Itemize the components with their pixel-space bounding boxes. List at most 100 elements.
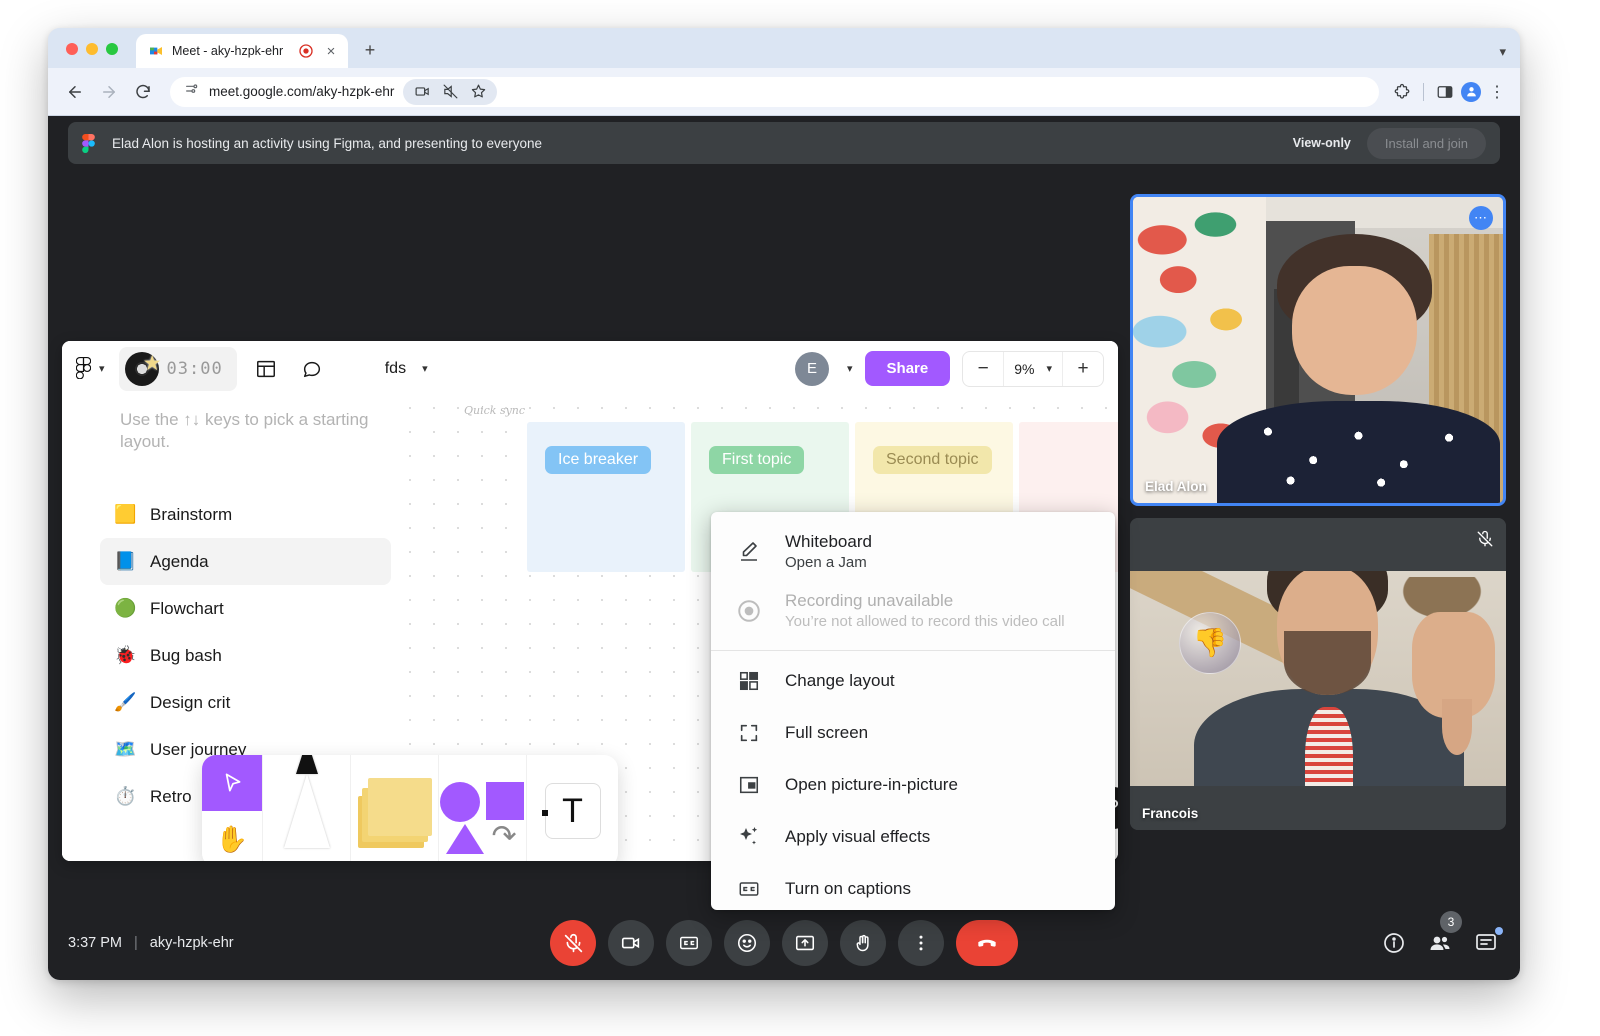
- present-now-button[interactable]: [782, 920, 828, 966]
- menu-item-change-layout[interactable]: Change layout: [711, 655, 1115, 707]
- pointer-tool-icon[interactable]: [202, 755, 262, 811]
- chat-button[interactable]: [1474, 927, 1503, 955]
- thumbs-down-reaction-icon: 👎: [1178, 611, 1241, 674]
- participants-button[interactable]: 3: [1428, 911, 1462, 955]
- layout-item-flowchart[interactable]: 🟢 Flowchart: [100, 585, 391, 632]
- install-and-join-button[interactable]: Install and join: [1366, 127, 1486, 159]
- site-settings-icon[interactable]: [184, 81, 200, 102]
- layout-item-bug-bash[interactable]: 🐞 Bug bash: [100, 632, 391, 679]
- address-bar[interactable]: meet.google.com/aky-hzpk-ehr: [170, 76, 1379, 107]
- banner-left: Elad Alon is hosting an activity using F…: [82, 134, 543, 153]
- menu-item-body: Recording unavailable You’re not allowed…: [785, 591, 1065, 630]
- meet-info-left: 3:37 PM | aky-hzpk-ehr: [68, 935, 234, 951]
- menu-item-title: Turn on captions: [785, 879, 911, 898]
- leave-call-button[interactable]: [956, 920, 1018, 966]
- figma-file-chevron-icon[interactable]: ▾: [422, 362, 428, 375]
- frame-ice-breaker[interactable]: Ice breaker: [527, 422, 685, 572]
- screen-share-icon[interactable]: [411, 81, 433, 103]
- meet-more-options-menu: Whiteboard Open a Jam Recording unavaila…: [711, 512, 1115, 910]
- view-only-label: View-only: [1292, 136, 1351, 150]
- figma-timer[interactable]: ★ 03:00: [118, 346, 237, 391]
- minimize-window-button[interactable]: [86, 43, 98, 55]
- tab-recording-icon[interactable]: [298, 43, 314, 59]
- layout-item-brainstorm[interactable]: 🟨 Brainstorm: [100, 491, 391, 538]
- menu-item-picture-in-picture[interactable]: Open picture-in-picture: [711, 759, 1115, 811]
- brainstorm-icon: 🟨: [114, 504, 137, 524]
- menu-item-full-screen[interactable]: Full screen: [711, 707, 1115, 759]
- camera-button[interactable]: [608, 920, 654, 966]
- figma-filename-label: fds: [384, 359, 407, 377]
- meet-controls: [550, 920, 1018, 966]
- browser-tab[interactable]: Meet - aky-hzpk-ehr ×: [136, 34, 348, 68]
- back-button[interactable]: [60, 77, 90, 107]
- menu-item-body: Full screen: [785, 723, 868, 743]
- maximize-window-button[interactable]: [106, 43, 118, 55]
- layout-item-agenda[interactable]: 📘 Agenda: [100, 538, 391, 585]
- tabstrip-right-area: ▾: [1499, 44, 1520, 68]
- sticky-note-tool-icon[interactable]: [350, 755, 438, 861]
- figma-timer-value: 03:00: [166, 358, 223, 379]
- toolbar-divider: [1423, 82, 1424, 101]
- forward-button[interactable]: [94, 77, 124, 107]
- tab-search-chevron-icon[interactable]: ▾: [1499, 44, 1506, 60]
- menu-item-body: Change layout: [785, 671, 895, 691]
- figma-logo[interactable]: [75, 356, 93, 381]
- emoji-reactions-button[interactable]: [724, 920, 770, 966]
- figma-menu-chevron-icon[interactable]: ▾: [99, 362, 105, 375]
- menu-item-whiteboard[interactable]: Whiteboard Open a Jam: [711, 522, 1115, 581]
- banner-text: Elad Alon is hosting an activity using F…: [112, 135, 543, 151]
- omnibox-actions: [403, 78, 498, 105]
- layout-item-label: Design crit: [150, 692, 231, 712]
- tile-thumb: [1442, 698, 1473, 756]
- figma-avatar-chevron-icon[interactable]: ▾: [847, 362, 853, 375]
- banner-right: View-only Install and join: [1292, 127, 1486, 159]
- profile-avatar-icon[interactable]: [1460, 81, 1482, 103]
- figma-filename[interactable]: fds ▾: [385, 360, 428, 378]
- side-panel-icon[interactable]: [1434, 81, 1456, 103]
- tile-options-icon[interactable]: ⋯: [1469, 206, 1493, 230]
- close-window-button[interactable]: [66, 43, 78, 55]
- mute-tab-icon[interactable]: [439, 81, 461, 103]
- shapes-tool-icon[interactable]: ↷: [438, 755, 526, 861]
- zoom-out-button[interactable]: −: [963, 352, 1003, 386]
- menu-item-recording-unavailable: Recording unavailable You’re not allowed…: [711, 581, 1115, 640]
- hand-tool-icon[interactable]: ✋: [202, 811, 262, 861]
- bookmark-star-icon[interactable]: [467, 81, 489, 103]
- captions-button[interactable]: [666, 920, 712, 966]
- comment-icon[interactable]: [295, 352, 329, 386]
- more-options-button[interactable]: [898, 920, 944, 966]
- participant-tile-elad-alon[interactable]: ⋯ Elad Alon: [1130, 194, 1506, 506]
- map-icon: 🗺️: [114, 739, 137, 759]
- avatar[interactable]: E: [795, 351, 829, 386]
- share-button[interactable]: Share: [864, 351, 951, 386]
- window-traffic-lights: [48, 43, 118, 68]
- microphone-off-button[interactable]: [550, 920, 596, 966]
- zoom-in-button[interactable]: +: [1063, 352, 1103, 386]
- extensions-icon[interactable]: [1391, 81, 1413, 103]
- tile-person: [1217, 233, 1501, 503]
- menu-item-title: Recording unavailable: [785, 591, 954, 610]
- board-title: Quick sync: [464, 404, 526, 417]
- reload-button[interactable]: [128, 77, 158, 107]
- frame-label: Ice breaker: [545, 446, 652, 474]
- panels-icon[interactable]: [249, 352, 283, 386]
- tab-close-button[interactable]: ×: [322, 42, 340, 60]
- new-tab-button[interactable]: +: [356, 36, 384, 64]
- raise-hand-button[interactable]: [840, 920, 886, 966]
- menu-item-apply-visual-effects[interactable]: Apply visual effects: [711, 811, 1115, 863]
- menu-item-title: Full screen: [785, 723, 869, 742]
- pen-tool-icon[interactable]: [262, 755, 350, 861]
- zoom-chevron-down-icon[interactable]: ▾: [1046, 362, 1052, 375]
- menu-item-title: Change layout: [785, 671, 895, 690]
- layout-item-label: Bug bash: [150, 645, 222, 665]
- meeting-details-button[interactable]: [1382, 931, 1406, 955]
- tile-name-label: Elad Alon: [1145, 479, 1207, 494]
- participant-tile-francois[interactable]: 👎 Francois: [1130, 518, 1506, 830]
- layout-item-design-crit[interactable]: 🖌️ Design crit: [100, 679, 391, 726]
- zoom-level[interactable]: 9% ▾: [1003, 351, 1063, 386]
- participants-count-badge: 3: [1440, 911, 1462, 933]
- browser-menu-icon[interactable]: ⋮: [1486, 81, 1508, 103]
- activity-banner: Elad Alon is hosting an activity using F…: [68, 122, 1500, 164]
- menu-item-turn-on-captions[interactable]: Turn on captions: [711, 863, 1115, 910]
- text-tool-icon[interactable]: T: [526, 755, 618, 861]
